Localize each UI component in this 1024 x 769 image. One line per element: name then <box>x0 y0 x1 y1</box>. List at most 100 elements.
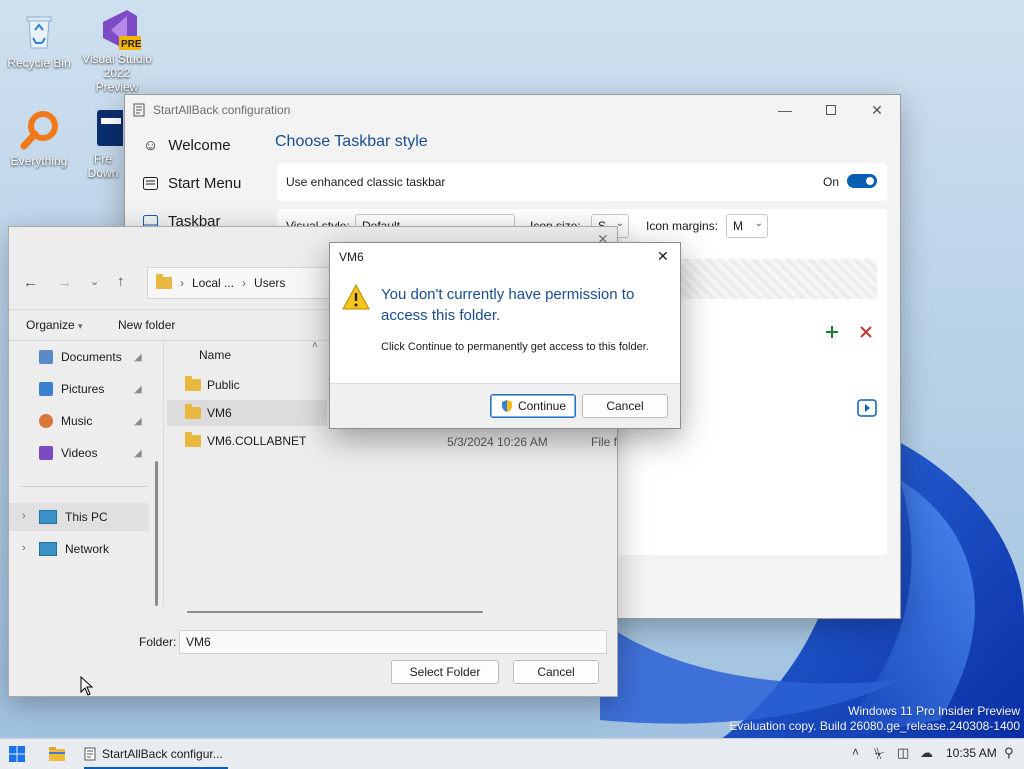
maximize-icon <box>826 105 836 115</box>
organize-menu[interactable]: Organize ▾ <box>26 318 83 332</box>
file-row[interactable]: VM6 <box>185 404 232 420</box>
network-icon <box>39 542 57 556</box>
organize-label: Organize <box>26 318 75 332</box>
forward-arrow-icon[interactable]: → <box>57 274 72 291</box>
build-watermark-line2: Evaluation copy. Build 26080.ge_release.… <box>729 719 1020 733</box>
this-pc-icon <box>39 510 57 524</box>
desktop-icon-label: Recycle Bin <box>7 56 71 70</box>
file-explorer-taskbar-button[interactable] <box>48 746 66 762</box>
desktop-icon-recycle-bin[interactable]: Recycle Bin <box>4 12 74 70</box>
enhanced-taskbar-toggle[interactable] <box>847 174 877 188</box>
close-button[interactable]: ✕ <box>854 95 900 125</box>
nav-item-welcome[interactable]: ☺ Welcome <box>143 137 231 154</box>
continue-label: Continue <box>517 399 567 413</box>
video-play-icon[interactable] <box>857 399 877 417</box>
nav-item-network[interactable]: Network <box>39 542 109 556</box>
desktop-icon-free-download[interactable]: Fre Down <box>78 108 128 180</box>
page-heading: Choose Taskbar style <box>275 133 428 150</box>
chevron-down-icon: ⌄ <box>754 218 763 229</box>
nav-item-documents[interactable]: Documents <box>39 350 122 364</box>
nav-label: Documents <box>61 350 122 364</box>
maximize-button[interactable] <box>808 95 854 125</box>
desktop-icon-everything[interactable]: Everything <box>4 110 74 168</box>
nav-item-this-pc[interactable]: This PC <box>39 510 108 524</box>
visual-studio-icon: PRE <box>97 8 142 50</box>
desktop-icon-label: Visual Studio 2022 Preview <box>82 52 152 94</box>
everything-search-icon <box>19 110 59 150</box>
desktop-icon-label: Everything <box>10 154 68 168</box>
enhanced-taskbar-label: Use enhanced classic taskbar <box>286 175 446 189</box>
remove-icon[interactable] <box>859 325 873 339</box>
documents-icon <box>39 350 53 364</box>
continue-button[interactable]: Continue <box>490 394 576 418</box>
folder-icon <box>185 404 201 419</box>
startallback-app-icon <box>133 103 145 117</box>
display-icon[interactable]: ◫ <box>897 745 909 761</box>
network-disconnected-icon[interactable]: ☁ <box>920 745 933 761</box>
videos-icon <box>39 446 53 460</box>
nav-item-music[interactable]: Music <box>39 414 92 428</box>
folder-icon <box>185 432 201 447</box>
tray-overflow-chevron-icon[interactable]: ˄ <box>852 745 859 759</box>
smiley-icon: ☺ <box>143 137 159 154</box>
taskbar-app-startallback[interactable]: StartAllBack configur... <box>84 739 228 769</box>
permission-dialog[interactable]: VM6 ✕ You don't currently have permissio… <box>329 242 681 429</box>
pane-divider <box>163 339 164 607</box>
column-header-name[interactable]: Name <box>199 348 231 362</box>
nav-item-videos[interactable]: Videos <box>39 446 97 460</box>
breadcrumb-separator-icon: › <box>242 276 247 290</box>
file-date: 5/3/2024 10:26 AM <box>447 435 548 449</box>
nav-label: Music <box>61 414 93 428</box>
recent-chevron-icon[interactable]: ⌄ <box>90 275 99 288</box>
nav-divider <box>21 486 149 487</box>
clock[interactable]: 10:35 AM <box>946 746 997 760</box>
expand-chevron-icon[interactable]: › <box>22 542 26 554</box>
startallback-app-icon <box>84 747 96 761</box>
build-watermark-line1: Windows 11 Pro Insider Preview <box>848 704 1020 718</box>
pin-icon: ◢ <box>134 352 142 363</box>
breadcrumb-segment[interactable]: Local ... <box>192 276 234 290</box>
dialog-main-instruction: You don't currently have permission to a… <box>381 286 635 324</box>
close-icon[interactable]: ✕ <box>657 248 669 265</box>
nav-item-start-menu[interactable]: Start Menu <box>143 175 241 192</box>
breadcrumb-segment[interactable]: Users <box>254 276 285 290</box>
download-manager-icon <box>83 108 123 148</box>
nav-label: Welcome <box>168 137 231 154</box>
desktop-icon-visual-studio[interactable]: PRE Visual Studio 2022 Preview <box>82 8 152 94</box>
file-row[interactable]: VM6.COLLABNET <box>185 432 306 448</box>
add-icon[interactable] <box>825 325 839 339</box>
cancel-button[interactable]: Cancel <box>513 660 599 684</box>
notification-bell-icon[interactable]: ⚲ <box>1004 745 1014 761</box>
file-name: VM6 <box>207 406 232 420</box>
expand-chevron-icon[interactable]: › <box>22 510 26 522</box>
back-arrow-icon[interactable]: ← <box>23 274 38 291</box>
folder-name-input[interactable]: VM6 <box>179 630 607 654</box>
nav-label: Pictures <box>61 382 105 396</box>
eject-icon[interactable]: ⏧ <box>874 746 884 762</box>
folder-name-value: VM6 <box>186 635 211 649</box>
desktop-icon-label: Fre Down <box>87 152 119 180</box>
file-row[interactable]: Public <box>185 376 240 392</box>
taskbar: StartAllBack configur... ˄ ⏧ ◫ ☁ 10:35 A… <box>0 738 1024 769</box>
window-title: StartAllBack configuration <box>153 103 291 117</box>
breadcrumb-separator-icon: › <box>180 276 184 290</box>
icon-margins-dropdown[interactable]: M ⌄ <box>726 214 768 238</box>
select-folder-button[interactable]: Select Folder <box>391 660 499 684</box>
cancel-button[interactable]: Cancel <box>582 394 668 418</box>
new-folder-button[interactable]: New folder <box>118 318 175 332</box>
nav-scrollbar[interactable] <box>155 461 158 606</box>
up-arrow-icon[interactable]: ↑ <box>117 273 125 290</box>
recycle-bin-icon <box>19 12 59 52</box>
address-bar[interactable]: › Local ... › Users <box>147 267 347 299</box>
icon-margins-value: M <box>733 219 743 233</box>
file-explorer-icon <box>49 747 65 761</box>
pin-icon: ◢ <box>134 448 142 459</box>
dialog-detail-text: Click Continue to permanently get access… <box>381 341 649 353</box>
uac-shield-icon <box>501 400 512 412</box>
nav-item-pictures[interactable]: Pictures <box>39 382 104 396</box>
horizontal-scrollbar[interactable] <box>187 611 483 613</box>
dialog-title: VM6 <box>339 250 364 264</box>
start-button[interactable] <box>9 746 25 762</box>
file-type: File f <box>591 435 618 449</box>
minimize-button[interactable]: — <box>762 95 808 125</box>
